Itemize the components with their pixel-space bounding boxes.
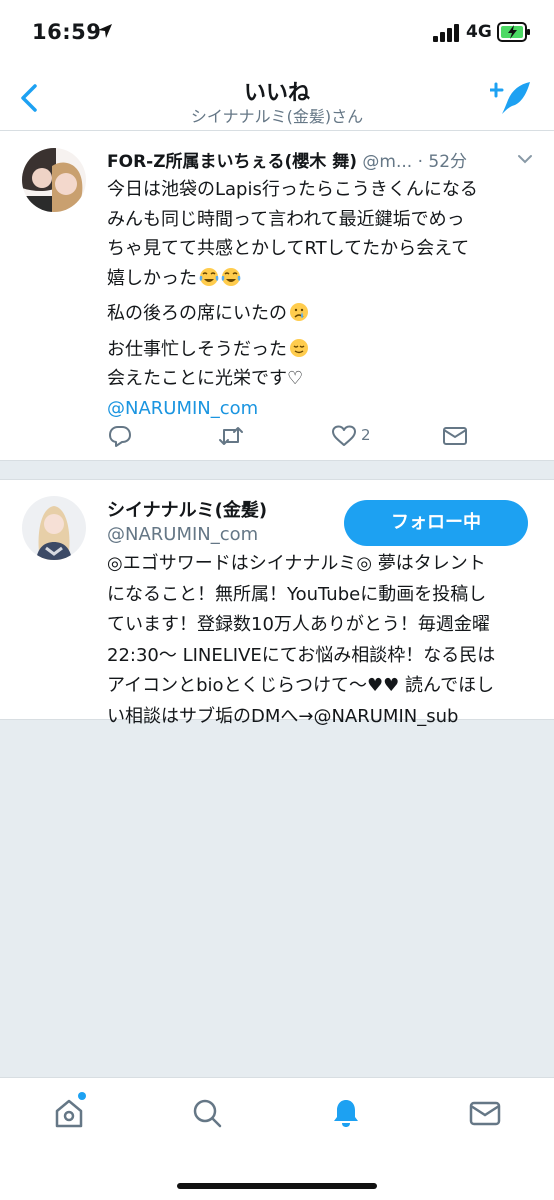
tweet-timestamp: · 52分 — [417, 152, 468, 172]
face-with-tears-of-joy-icon — [199, 267, 219, 286]
tweet-line-with-emoji: お仕事忙しそうだった — [107, 335, 547, 365]
reply-button[interactable] — [107, 424, 133, 452]
bio-line: になること！無所属！YouTubeに動画を投稿し — [107, 583, 487, 605]
retweet-button[interactable] — [218, 424, 244, 452]
tweet-header: FOR-Z所属まいちぇる(櫻木 舞) @m... · 52分 — [107, 147, 537, 173]
tab-messages[interactable] — [468, 1096, 502, 1130]
status-bar: 16:59 4G — [0, 0, 554, 66]
user-name[interactable]: シイナナルミ(金髪) — [107, 496, 267, 522]
face-with-tears-of-joy-icon — [221, 267, 241, 286]
bio-line: 22:30〜 LINELIVEにてお悩み相談枠！なる民は — [107, 644, 496, 666]
share-via-dm-button[interactable] — [442, 424, 468, 452]
status-time: 16:59 — [32, 20, 102, 44]
tweet-author-handle[interactable]: @m... — [362, 152, 412, 172]
tweet-mention-link[interactable]: @NARUMIN_com — [107, 394, 547, 424]
bio-line: ◎エゴサワードはシイナナルミ◎ 夢はタレント — [107, 553, 486, 574]
crying-face-icon — [290, 303, 308, 321]
like-count: 2 — [361, 426, 371, 444]
unread-dot — [78, 1092, 86, 1100]
tab-notifications[interactable] — [329, 1096, 363, 1130]
signal-icon — [433, 24, 459, 42]
tweet-text: 今日は池袋のLapis行ったらこうきくんになる みんも同じ時間って言われて最近鍵… — [107, 175, 547, 423]
home-icon — [55, 1099, 83, 1128]
location-arrow-icon — [98, 24, 112, 38]
tweet-line-with-emoji: 嬉しかった — [107, 264, 547, 294]
heart-icon — [332, 425, 356, 446]
relieved-face-icon — [290, 338, 308, 357]
user-bio: ◎エゴサワードはシイナナルミ◎ 夢はタレント になること！無所属！YouTube… — [107, 549, 547, 732]
tweet-line: 私の後ろの席にいたの — [107, 303, 287, 324]
user-handle[interactable]: @NARUMIN_com — [107, 524, 258, 545]
tab-home[interactable] — [52, 1096, 86, 1130]
tweet-line: 会えたことに光栄です♡ — [107, 368, 304, 389]
reply-icon — [109, 426, 131, 447]
user-avatar[interactable] — [22, 496, 86, 560]
bio-line: い相談はサブ垢のDMへ→@NARUMIN_sub — [107, 705, 459, 727]
bio-line: ています！登録数10万人ありがとう！毎週金曜 — [107, 614, 490, 635]
tweet-line: お仕事忙しそうだった — [107, 338, 287, 360]
like-button[interactable]: 2 — [331, 424, 371, 452]
compose-tweet-icon[interactable] — [490, 80, 532, 116]
tab-bar — [0, 1077, 554, 1200]
tweet-author-avatar[interactable] — [22, 148, 86, 212]
tweet-line: ちゃ見てて共感とかしてRTしてたから会えて — [107, 238, 470, 259]
notifications-bell-icon — [334, 1100, 358, 1127]
search-icon — [193, 1099, 222, 1128]
tweet[interactable]: FOR-Z所属まいちぇる(櫻木 舞) @m... · 52分 今日は池袋のLap… — [0, 131, 554, 461]
messages-icon — [469, 1101, 501, 1126]
chevron-down-icon[interactable] — [517, 153, 533, 165]
page-subtitle: シイナナルミ(金髪)さん — [190, 107, 364, 126]
tweet-line: 嬉しかった — [107, 267, 197, 289]
network-type: 4G — [466, 22, 492, 42]
tweet-line: みんも同じ時間って言われて最近鍵垢でめっ — [107, 208, 465, 230]
tweet-author-name[interactable]: FOR-Z所属まいちぇる(櫻木 舞) — [107, 152, 357, 172]
tweet-line-with-emoji: 私の後ろの席にいたの — [107, 299, 547, 329]
battery-charging-icon — [497, 22, 530, 42]
envelope-icon — [443, 427, 467, 445]
tweet-line: 今日は池袋のLapis行ったらこうきくんになる — [107, 179, 478, 200]
following-button[interactable]: フォロー中 — [344, 500, 528, 546]
nav-bar: いいね シイナナルミ(金髪)さん — [0, 66, 554, 131]
bio-line: アイコンとbioとくじらつけて〜♥♥ 読んでほし — [107, 675, 495, 696]
user-card[interactable]: シイナナルミ(金髪) @NARUMIN_com フォロー中 ◎エゴサワードはシイ… — [0, 479, 554, 727]
home-indicator — [177, 1183, 377, 1189]
tab-search[interactable] — [190, 1096, 224, 1130]
retweet-icon — [219, 427, 243, 445]
